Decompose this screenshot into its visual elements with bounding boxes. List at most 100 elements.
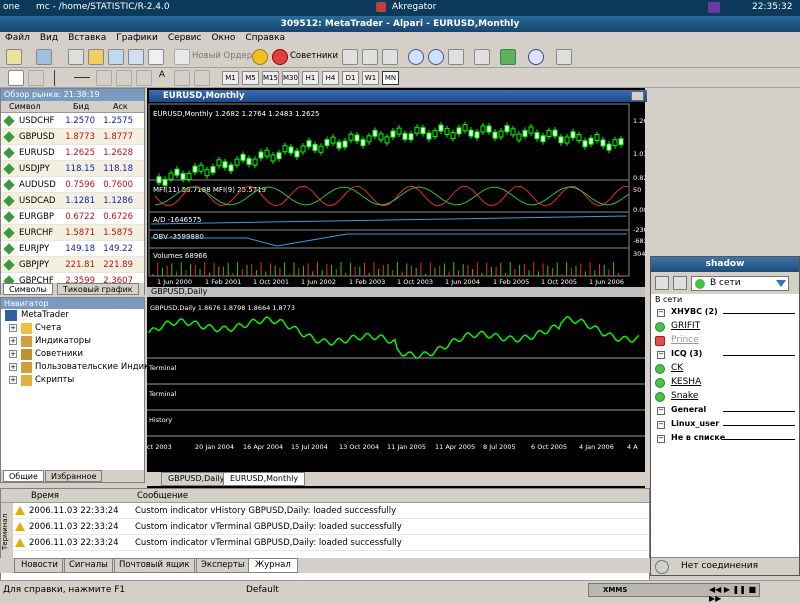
- tray-icon[interactable]: [708, 2, 720, 13]
- chart-close-icon[interactable]: [631, 91, 644, 101]
- tab-tick-chart[interactable]: Тиковый график: [57, 283, 139, 295]
- col-symbol[interactable]: Символ: [9, 102, 41, 111]
- arrows-icon[interactable]: [194, 70, 210, 86]
- collapse-icon[interactable]: −: [657, 309, 665, 317]
- workspace-label[interactable]: one: [3, 2, 20, 12]
- col-bid[interactable]: Бид: [73, 102, 89, 111]
- expand-icon[interactable]: +: [9, 324, 17, 332]
- tab-journal[interactable]: Журнал: [248, 558, 298, 573]
- contact-group[interactable]: − ХНУВС (2): [651, 306, 799, 320]
- menu-charts[interactable]: Графики: [111, 32, 163, 44]
- tab-eurusd-monthly[interactable]: EURUSD,Monthly: [223, 472, 306, 486]
- taskbar-item-akregator[interactable]: Akregator: [392, 2, 436, 12]
- col-ask[interactable]: Аск: [113, 102, 128, 111]
- contact-group[interactable]: − Не в списке: [651, 432, 799, 446]
- chevron-down-icon[interactable]: [776, 280, 786, 287]
- new-chart-icon[interactable]: [6, 49, 22, 65]
- taskbar-item-mc[interactable]: mc - /home/STATISTIC/R-2.4.0: [36, 2, 170, 12]
- templates-icon[interactable]: [556, 49, 572, 65]
- tab-general[interactable]: Общие: [3, 470, 44, 482]
- expand-icon[interactable]: +: [9, 376, 17, 384]
- profiles-icon[interactable]: [36, 49, 52, 65]
- zoom-out-icon[interactable]: [428, 49, 444, 65]
- menu-insert[interactable]: Вставка: [63, 32, 111, 44]
- navigator-root[interactable]: MetaTrader: [1, 309, 144, 322]
- connection-icon[interactable]: [655, 560, 669, 574]
- contact-item[interactable]: KESHA: [651, 376, 799, 390]
- tf-m15[interactable]: M15: [262, 71, 279, 85]
- navigator-item-accounts[interactable]: + Счета: [1, 322, 144, 335]
- text-icon[interactable]: A: [154, 70, 170, 86]
- channel-icon[interactable]: [116, 70, 132, 86]
- navigator-item-custom-indicators[interactable]: + Пользовательские Индикато: [1, 361, 165, 374]
- contact-item[interactable]: Snake: [651, 390, 799, 404]
- settings-icon[interactable]: [655, 276, 669, 290]
- navigator-item-scripts[interactable]: + Скрипты: [1, 374, 144, 387]
- cursor-icon[interactable]: [8, 70, 24, 86]
- player-controls-icon[interactable]: ◀◀ ▶ ❚❚ ■ ▶▶: [709, 585, 759, 603]
- menu-window[interactable]: Окно: [206, 32, 240, 44]
- tab-signals[interactable]: Сигналы: [62, 558, 115, 573]
- tester-icon[interactable]: [148, 49, 164, 65]
- collapse-icon[interactable]: −: [657, 407, 665, 415]
- col-time[interactable]: Время: [31, 491, 59, 501]
- market-watch-row[interactable]: USDCHF 1.2570 1.2575: [1, 113, 144, 129]
- tf-m1[interactable]: M1: [222, 71, 239, 85]
- tf-m5[interactable]: M5: [242, 71, 259, 85]
- tab-symbols[interactable]: Символы: [3, 283, 53, 295]
- market-watch-row[interactable]: USDJPY 118.15 118.18: [1, 161, 144, 177]
- market-watch-row[interactable]: GBPUSD 1.8773 1.8777: [1, 129, 144, 145]
- new-order-icon[interactable]: [174, 49, 190, 65]
- expand-icon[interactable]: +: [9, 337, 17, 345]
- vertical-line-icon[interactable]: [54, 70, 70, 86]
- chart2-title[interactable]: GBPUSD,Daily: [147, 287, 645, 297]
- periods-icon[interactable]: [528, 49, 544, 65]
- bar-chart-icon[interactable]: [342, 49, 358, 65]
- navigator-icon[interactable]: [108, 49, 124, 65]
- tab-experts[interactable]: Эксперты: [194, 558, 252, 573]
- log-row[interactable]: 2006.11.03 22:33:24 Custom indicator vHis…: [1, 503, 649, 519]
- market-watch-row[interactable]: EURCHF 1.5871 1.5875: [1, 225, 144, 241]
- advisors-icon[interactable]: [272, 49, 288, 65]
- market-watch-row[interactable]: EURUSD 1.2625 1.2628: [1, 145, 144, 161]
- menu-help[interactable]: Справка: [240, 32, 290, 44]
- expand-icon[interactable]: +: [9, 363, 17, 371]
- status-select[interactable]: В сети: [691, 276, 789, 291]
- expand-icon[interactable]: +: [9, 350, 17, 358]
- advisors-button[interactable]: Советники: [290, 51, 338, 61]
- trendline-icon[interactable]: [96, 70, 112, 86]
- tab-favorites[interactable]: Избранное: [45, 470, 103, 482]
- fibo-icon[interactable]: [136, 70, 152, 86]
- tab-mailbox[interactable]: Почтовый ящик: [112, 558, 197, 573]
- tf-mn[interactable]: MN: [382, 71, 399, 85]
- candle-chart-icon[interactable]: [362, 49, 378, 65]
- data-window-icon[interactable]: [88, 49, 104, 65]
- contact-group[interactable]: − General: [651, 404, 799, 418]
- warning-icon[interactable]: [252, 49, 268, 65]
- zoom-in-icon[interactable]: [408, 49, 424, 65]
- contact-group[interactable]: − ICQ (3): [651, 348, 799, 362]
- tf-h1[interactable]: H1: [302, 71, 319, 85]
- tf-m30[interactable]: M30: [282, 71, 299, 85]
- indicators-icon[interactable]: [500, 49, 516, 65]
- label-icon[interactable]: [174, 70, 190, 86]
- market-watch-row[interactable]: EURGBP 0.6722 0.6726: [1, 209, 144, 225]
- tile-icon[interactable]: [448, 49, 464, 65]
- menu-tools[interactable]: Сервис: [163, 32, 207, 44]
- autoscroll-icon[interactable]: [474, 49, 490, 65]
- col-message[interactable]: Сообщение: [137, 491, 188, 501]
- market-watch-row[interactable]: GBPJPY 221.81 221.89: [1, 257, 144, 273]
- contact-item[interactable]: Prince: [651, 334, 799, 348]
- new-order-button[interactable]: Новый Ордер: [192, 51, 252, 61]
- log-row[interactable]: 2006.11.03 22:33:24 Custom indicator vTer…: [1, 535, 649, 551]
- tf-w1[interactable]: W1: [362, 71, 379, 85]
- chart-canvas[interactable]: EURUSD,Monthly 1.2682 1.2764 1.2483 1.26…: [147, 88, 660, 472]
- collapse-icon[interactable]: −: [657, 421, 665, 429]
- horizontal-line-icon[interactable]: [74, 77, 90, 78]
- market-watch-row[interactable]: USDCAD 1.1281 1.1286: [1, 193, 144, 209]
- crosshair-icon[interactable]: [28, 70, 44, 86]
- market-watch-row[interactable]: EURJPY 149.18 149.22: [1, 241, 144, 257]
- market-watch-icon[interactable]: [68, 49, 84, 65]
- menu-view[interactable]: Вид: [35, 32, 63, 44]
- tf-h4[interactable]: H4: [322, 71, 339, 85]
